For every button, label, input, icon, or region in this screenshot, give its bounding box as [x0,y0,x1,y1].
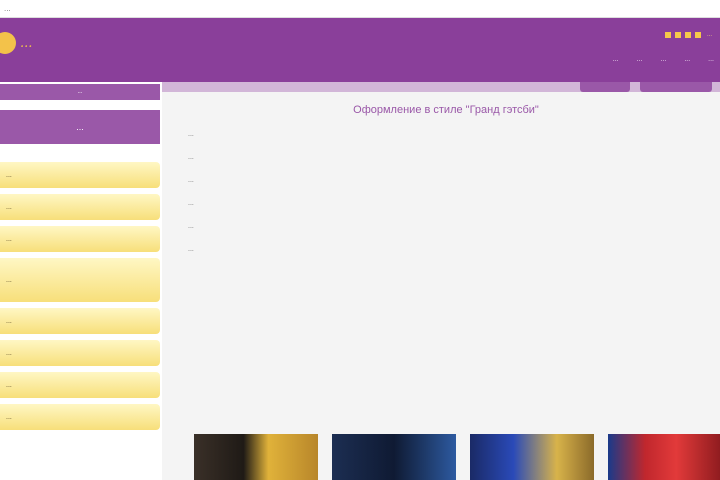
social-icon[interactable] [684,32,691,38]
sidebar: ... ... ... ... ... ... ... ... ... ... [0,82,162,480]
sidebar-list: ... ... ... ... ... ... ... ... [0,162,162,430]
gallery-photo[interactable] [194,434,318,480]
contacts: ... [664,32,712,38]
sidebar-item[interactable]: ... [0,404,160,430]
social-icon[interactable] [664,32,671,38]
sub-band-button[interactable] [580,82,630,92]
paragraph: ... [188,131,194,138]
sidebar-item[interactable]: ... [0,226,160,252]
sidebar-item[interactable]: ... [0,340,160,366]
paragraph: ... [188,246,194,253]
social-icon[interactable] [674,32,681,38]
paragraph: ... [188,223,194,230]
nav-item[interactable]: ... [613,56,619,63]
paragraph: ... [188,177,194,184]
sidebar-title: ... [0,110,160,144]
gallery-photo[interactable] [608,434,720,480]
sub-band-button[interactable] [640,82,712,92]
logo-text: ... [20,35,33,51]
site-logo[interactable]: ... [0,32,32,54]
sidebar-item[interactable]: ... [0,372,160,398]
nav-item[interactable]: ... [708,56,714,63]
nav-item[interactable]: ... [684,56,690,63]
social-icon[interactable] [694,32,701,38]
sun-logo-icon [0,32,16,54]
nav-item[interactable]: ... [660,56,666,63]
site-header: ... ... ... ... ... ... ... [0,18,720,82]
social-icons [664,32,701,38]
paragraph: ... [188,200,194,207]
sidebar-item[interactable]: ... [0,308,160,334]
sidebar-item[interactable]: ... [0,162,160,188]
paragraph: ... [188,154,194,161]
address-bar[interactable]: ... [0,0,720,18]
sidebar-item[interactable]: ... [0,258,160,302]
phones: ... [706,32,712,38]
main-content: Оформление в стиле "Гранд гэтсби" ... ..… [162,92,720,480]
sidebar-top-bar[interactable]: ... [0,84,160,100]
page-title: Оформление в стиле "Гранд гэтсби" [353,104,539,116]
gallery-photo[interactable] [332,434,456,480]
sidebar-item[interactable]: ... [0,194,160,220]
nav-item[interactable]: ... [637,56,643,63]
gallery-photo[interactable] [470,434,594,480]
photo-gallery [194,434,720,480]
top-nav: ... ... ... ... ... [613,56,714,63]
